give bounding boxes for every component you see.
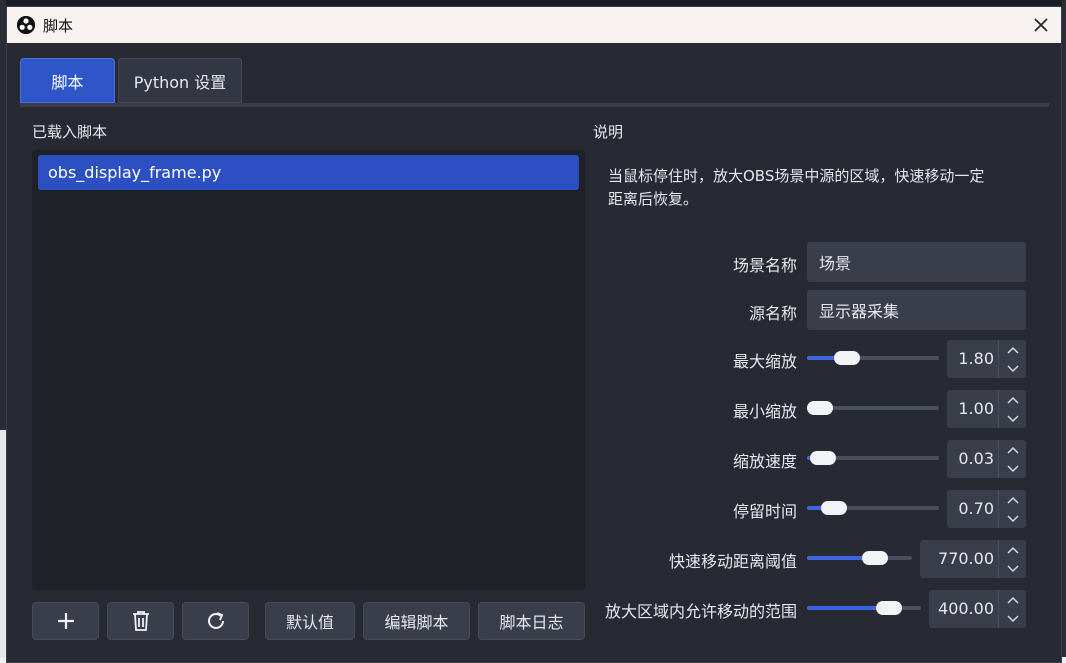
- spinbox-buttons: [998, 340, 1026, 378]
- add-script-button[interactable]: [32, 602, 99, 640]
- script-list[interactable]: obs_display_frame.py: [32, 150, 585, 590]
- scene-name-field[interactable]: 场景: [807, 242, 1026, 282]
- tab-python-settings[interactable]: Python 设置: [118, 58, 242, 103]
- zoom-speed-slider[interactable]: [807, 448, 939, 468]
- chevron-up-icon: [1006, 496, 1019, 504]
- spinbox-down-button[interactable]: [999, 359, 1026, 378]
- plus-icon: [57, 613, 74, 629]
- chevron-up-icon: [1006, 446, 1019, 454]
- zoom-speed-label: 缩放速度: [732, 452, 797, 471]
- max-zoom-label: 最大缩放: [732, 352, 797, 371]
- script-description: 当鼠标停住时，放大OBS场景中源的区域，快速移动一定 距离后恢复。: [608, 165, 1028, 211]
- slider-thumb[interactable]: [810, 451, 837, 465]
- dwell-time-spinbox[interactable]: 0.70: [947, 490, 1026, 528]
- dwell-time-label: 停留时间: [732, 502, 797, 521]
- defaults-button[interactable]: 默认值: [265, 602, 355, 640]
- chevron-up-icon: [1006, 346, 1019, 354]
- chevron-down-icon: [1006, 614, 1019, 622]
- spinbox-down-button[interactable]: [999, 459, 1026, 478]
- spinbox-buttons: [998, 390, 1026, 428]
- move-range-spinbox[interactable]: 400.00: [929, 590, 1026, 628]
- chevron-up-icon: [1006, 596, 1019, 604]
- move-threshold-slider[interactable]: [807, 548, 912, 568]
- spinbox-up-button[interactable]: [999, 490, 1026, 509]
- script-log-button[interactable]: 脚本日志: [478, 602, 585, 640]
- min-zoom-spinbox[interactable]: 1.00: [947, 390, 1026, 428]
- close-button[interactable]: [1027, 11, 1055, 39]
- spinbox-value: 0.70: [958, 499, 994, 518]
- max-zoom-slider[interactable]: [807, 348, 939, 368]
- chevron-down-icon: [1006, 514, 1019, 522]
- max-zoom-spinbox[interactable]: 1.80: [947, 340, 1026, 378]
- min-zoom-label: 最小缩放: [732, 402, 797, 421]
- move-threshold-spinbox[interactable]: 770.00: [920, 540, 1026, 578]
- spinbox-up-button[interactable]: [999, 340, 1026, 359]
- slider-thumb[interactable]: [875, 601, 902, 615]
- chevron-down-icon: [1006, 414, 1019, 422]
- close-icon: [1034, 18, 1048, 32]
- tab-underline: [20, 103, 1049, 107]
- desktop-background-right: [1062, 0, 1066, 663]
- slider-thumb[interactable]: [807, 401, 833, 415]
- description-line-1: 当鼠标停住时，放大OBS场景中源的区域，快速移动一定: [608, 167, 985, 185]
- chevron-up-icon: [1006, 546, 1019, 554]
- scripts-dialog: 脚本 脚本 Python 设置 已载入脚本 obs_display_frame.…: [6, 6, 1062, 663]
- loaded-scripts-label: 已载入脚本: [32, 123, 108, 141]
- refresh-icon: [207, 612, 224, 629]
- source-name-field[interactable]: 显示器采集: [807, 290, 1026, 330]
- spinbox-up-button[interactable]: [999, 390, 1026, 409]
- chevron-up-icon: [1006, 396, 1019, 404]
- tab-scripts[interactable]: 脚本: [20, 58, 115, 103]
- chevron-down-icon: [1006, 564, 1019, 572]
- edit-script-button[interactable]: 编辑脚本: [363, 602, 470, 640]
- description-label: 说明: [593, 123, 624, 141]
- spinbox-down-button[interactable]: [999, 609, 1026, 628]
- spinbox-buttons: [998, 440, 1026, 478]
- spinbox-up-button[interactable]: [999, 540, 1026, 559]
- spinbox-buttons: [998, 590, 1026, 628]
- spinbox-value: 0.03: [958, 449, 994, 468]
- spinbox-value: 1.00: [958, 399, 994, 418]
- title-bar[interactable]: 脚本: [7, 7, 1061, 43]
- dwell-time-slider[interactable]: [807, 498, 939, 518]
- spinbox-value: 400.00: [938, 599, 994, 618]
- spinbox-value: 770.00: [938, 549, 994, 568]
- min-zoom-slider[interactable]: [807, 398, 939, 418]
- spinbox-down-button[interactable]: [999, 509, 1026, 528]
- move-threshold-label: 快速移动距离阈值: [668, 552, 797, 571]
- window-title: 脚本: [43, 17, 74, 35]
- obs-logo-icon: [17, 16, 35, 34]
- slider-thumb[interactable]: [820, 501, 847, 515]
- spinbox-up-button[interactable]: [999, 440, 1026, 459]
- remove-script-button[interactable]: [107, 602, 174, 640]
- source-name-label: 源名称: [748, 304, 797, 323]
- move-range-label: 放大区域内允许移动的范围: [604, 602, 797, 621]
- description-line-2: 距离后恢复。: [608, 190, 699, 208]
- slider-thumb[interactable]: [833, 351, 860, 365]
- scene-name-label: 场景名称: [732, 256, 797, 275]
- trash-icon: [132, 611, 149, 631]
- reload-script-button[interactable]: [182, 602, 249, 640]
- spinbox-value: 1.80: [958, 349, 994, 368]
- chevron-down-icon: [1006, 464, 1019, 472]
- move-range-slider[interactable]: [807, 598, 921, 618]
- spinbox-up-button[interactable]: [999, 590, 1026, 609]
- slider-thumb[interactable]: [862, 551, 889, 565]
- spinbox-buttons: [998, 540, 1026, 578]
- zoom-speed-spinbox[interactable]: 0.03: [947, 440, 1026, 478]
- spinbox-down-button[interactable]: [999, 409, 1026, 428]
- chevron-down-icon: [1006, 364, 1019, 372]
- spinbox-buttons: [998, 490, 1026, 528]
- list-item[interactable]: obs_display_frame.py: [38, 155, 579, 190]
- spinbox-down-button[interactable]: [999, 559, 1026, 578]
